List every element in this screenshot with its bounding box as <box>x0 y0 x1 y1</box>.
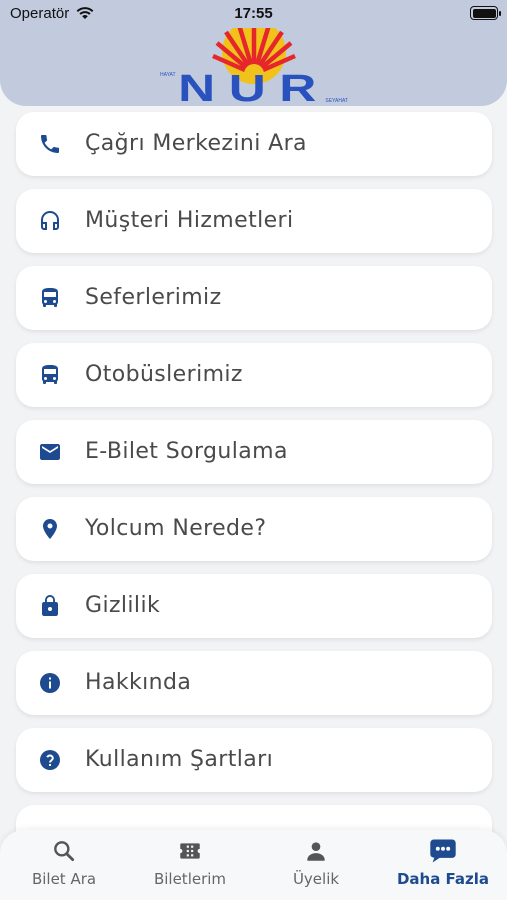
headset-icon <box>41 211 59 230</box>
menu-item-label: Otobüslerimiz <box>85 362 243 387</box>
tab-label: Biletlerim <box>153 870 227 888</box>
tab-label: Bilet Ara <box>31 870 97 888</box>
bus-icon <box>42 365 58 384</box>
menu-item-customer-service[interactable]: Müşteri Hizmetleri <box>16 189 492 253</box>
menu-item-about[interactable]: Hakkında <box>16 651 492 715</box>
menu-item-label: Hakkında <box>85 670 192 695</box>
menu-item-where-is-passenger[interactable]: Yolcum Nerede? <box>16 497 492 561</box>
lock-icon <box>42 595 58 616</box>
help-icon <box>40 750 60 770</box>
clock: 17:55 <box>234 5 273 22</box>
bottom-tab-bar: Bilet Ara Biletlerim Üyelik Daha Fazla <box>0 830 507 900</box>
phone-icon <box>41 135 59 153</box>
tab-search-ticket[interactable]: Bilet Ara <box>1 830 127 900</box>
menu-item-label: E-Bilet Sorgulama <box>85 439 288 464</box>
menu-item-routes[interactable]: Seferlerimiz <box>16 266 492 330</box>
battery-icon <box>470 6 501 20</box>
menu-item-call-center[interactable]: Çağrı Merkezini Ara <box>16 112 492 176</box>
person-icon <box>307 842 325 861</box>
menu-item-label: Çağrı Merkezini Ara <box>85 131 307 156</box>
menu-item-buses[interactable]: Otobüslerimiz <box>16 343 492 407</box>
logo-small-text-right: SEYAHAT <box>325 98 348 104</box>
tab-membership[interactable]: Üyelik <box>253 830 379 900</box>
menu-item-label: Gizlilik <box>85 593 161 618</box>
brand-logo: HAYAT NUR SEYAHAT <box>156 28 352 108</box>
menu-item-label: Kullanım Şartları <box>85 747 274 772</box>
search-icon <box>54 841 75 862</box>
info-icon <box>40 673 60 693</box>
more-chat-icon <box>430 839 456 863</box>
app-header: Operatör 17:55 HAYAT NUR SEYAHAT <box>0 0 507 108</box>
ticket-icon <box>180 843 200 859</box>
tab-my-tickets[interactable]: Biletlerim <box>127 830 253 900</box>
menu-item-label: Müşteri Hizmetleri <box>85 208 294 233</box>
bus-icon <box>42 288 58 307</box>
menu-item-privacy[interactable]: Gizlilik <box>16 574 492 638</box>
menu-item-e-ticket-query[interactable]: E-Bilet Sorgulama <box>16 420 492 484</box>
tab-label: Daha Fazla <box>396 870 490 888</box>
menu-item-label: Yolcum Nerede? <box>85 516 267 541</box>
menu-item-terms-of-use[interactable]: Kullanım Şartları <box>16 728 492 792</box>
mail-icon <box>40 444 60 460</box>
tab-label: Üyelik <box>292 870 340 888</box>
location-pin-icon <box>43 519 57 539</box>
menu-item-label: Seferlerimiz <box>85 285 222 310</box>
tab-more[interactable]: Daha Fazla <box>380 830 506 900</box>
status-bar: Operatör 17:55 <box>0 0 507 28</box>
